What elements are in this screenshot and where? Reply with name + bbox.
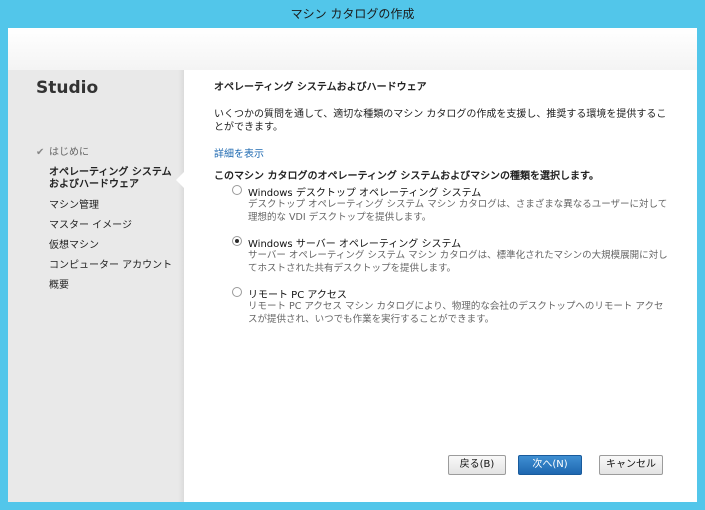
window-title: マシン カタログの作成 bbox=[0, 0, 705, 28]
option-description: サーバー オペレーティング システム マシン カタログは、標準化されたマシンの大… bbox=[248, 250, 668, 274]
radio-server-os[interactable] bbox=[232, 236, 242, 246]
step-os-hardware[interactable]: オペレーティング システム およびハードウェア bbox=[36, 163, 176, 196]
details-link[interactable]: 詳細を表示 bbox=[214, 145, 264, 160]
app-name: Studio bbox=[36, 78, 99, 98]
option-label: リモート PC アクセス bbox=[248, 290, 347, 301]
cancel-button[interactable]: キャンセル bbox=[599, 455, 663, 475]
step-label: はじめに bbox=[49, 147, 89, 158]
step-label-line1: オペレーティング システム bbox=[49, 167, 172, 178]
step-label: コンピューター アカウント bbox=[49, 260, 173, 271]
step-label: 概要 bbox=[49, 280, 69, 291]
step-label: 仮想マシン bbox=[49, 240, 99, 251]
step-nav: ✔ はじめに オペレーティング システム およびハードウェア マシン管理 マスタ… bbox=[36, 143, 176, 296]
intro-text: いくつかの質問を通して、適切な種類のマシン カタログの作成を支援し、推奨する環境… bbox=[214, 109, 667, 133]
step-label-line2: およびハードウェア bbox=[49, 179, 139, 190]
step-summary[interactable]: 概要 bbox=[36, 276, 176, 296]
step-getting-started[interactable]: ✔ はじめに bbox=[36, 143, 176, 163]
step-label: マスター イメージ bbox=[49, 220, 132, 231]
option-label: Windows サーバー オペレーティング システム bbox=[248, 239, 462, 250]
option-description: デスクトップ オペレーティング システム マシン カタログは、さまざまな異なるユ… bbox=[248, 199, 668, 223]
question-text: このマシン カタログのオペレーティング システムおよびマシンの種類を選択します。 bbox=[214, 171, 600, 182]
wizard-window: Studio ✔ はじめに オペレーティング システム およびハードウェア マシ… bbox=[8, 28, 697, 502]
sidebar-divider bbox=[178, 70, 184, 502]
radio-desktop-os[interactable] bbox=[232, 185, 242, 195]
step-machine-management[interactable]: マシン管理 bbox=[36, 196, 176, 216]
option-label: Windows デスクトップ オペレーティング システム bbox=[248, 188, 482, 199]
page-title: オペレーティング システムおよびハードウェア bbox=[214, 82, 427, 93]
next-button[interactable]: 次へ(N) bbox=[518, 455, 582, 475]
header-strip bbox=[8, 28, 697, 70]
step-virtual-machines[interactable]: 仮想マシン bbox=[36, 236, 176, 256]
radio-remote-pc[interactable] bbox=[232, 287, 242, 297]
check-icon: ✔ bbox=[36, 147, 45, 158]
option-description: リモート PC アクセス マシン カタログにより、物理的な会社のデスクトップへの… bbox=[248, 301, 664, 325]
back-button[interactable]: 戻る(B) bbox=[448, 455, 506, 475]
window-frame-bottom bbox=[0, 502, 705, 510]
step-master-image[interactable]: マスター イメージ bbox=[36, 216, 176, 236]
current-step-pointer bbox=[176, 172, 184, 188]
step-label: マシン管理 bbox=[49, 200, 99, 211]
step-computer-accounts[interactable]: コンピューター アカウント bbox=[36, 256, 176, 276]
